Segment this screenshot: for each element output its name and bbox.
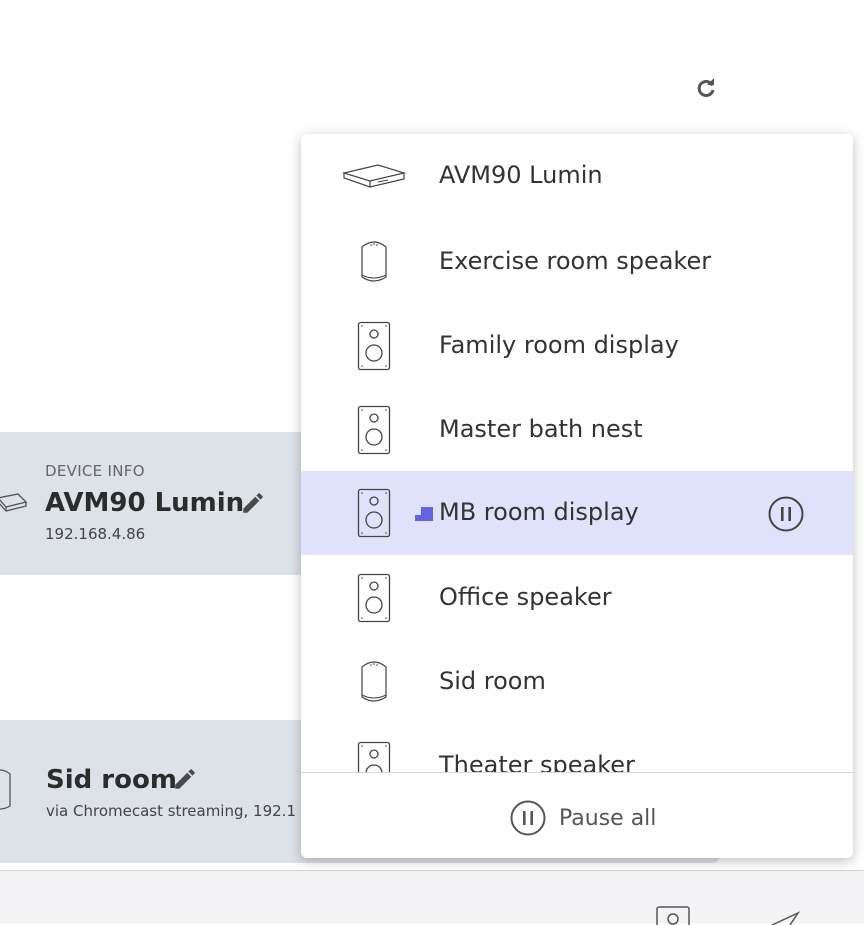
device-item-label: Theater speaker <box>439 751 635 772</box>
device-list: AVM90 Lumin Exercise room speaker Family… <box>301 134 853 772</box>
device-item-family-room-display[interactable]: Family room display <box>301 304 853 388</box>
streamer-icon <box>0 493 28 512</box>
speaker-icon <box>357 321 391 371</box>
device-item-label: MB room display <box>439 498 639 526</box>
device-item-label: Family room display <box>439 331 679 359</box>
device-item-mb-room-display[interactable]: MB room display <box>301 471 853 555</box>
pause-icon[interactable] <box>767 495 805 533</box>
device-ip: 192.168.4.86 <box>45 525 146 543</box>
sid-room-name: Sid room <box>46 765 177 795</box>
device-info-label: DEVICE INFO <box>45 462 145 480</box>
refresh-icon[interactable] <box>694 76 718 100</box>
pause-icon <box>510 800 546 836</box>
playing-indicator-icon <box>415 507 433 521</box>
smart-speaker-icon <box>0 769 11 810</box>
streamer-icon <box>342 164 406 188</box>
device-name: AVM90 Lumin <box>45 488 245 518</box>
device-item-label: Office speaker <box>439 583 612 611</box>
device-item-exercise-room-speaker[interactable]: Exercise room speaker <box>301 220 853 304</box>
edit-pencil-icon[interactable] <box>240 490 266 516</box>
speaker-icon <box>357 488 391 538</box>
device-item-avm90-lumin[interactable]: AVM90 Lumin <box>301 134 853 218</box>
pause-all-button[interactable]: Pause all <box>509 799 656 837</box>
device-item-theater-speaker[interactable]: Theater speaker <box>301 724 853 772</box>
device-item-label: Master bath nest <box>439 415 643 443</box>
device-item-label: Sid room <box>439 667 546 695</box>
device-item-office-speaker[interactable]: Office speaker <box>301 556 853 640</box>
sid-room-subtitle: via Chromecast streaming, 192.1 <box>46 802 296 820</box>
bottom-toolbar <box>0 870 864 925</box>
smart-speaker-icon <box>361 661 387 702</box>
device-item-sid-room[interactable]: Sid room <box>301 640 853 724</box>
pause-all-label: Pause all <box>559 805 657 831</box>
device-item-master-bath-nest[interactable]: Master bath nest <box>301 388 853 472</box>
dropdown-footer: Pause all <box>301 772 853 858</box>
speaker-icon <box>357 573 391 623</box>
device-item-label: Exercise room speaker <box>439 247 712 275</box>
send-icon[interactable] <box>770 911 800 925</box>
edit-pencil-icon[interactable] <box>172 766 198 792</box>
cast-device-dropdown: AVM90 Lumin Exercise room speaker Family… <box>301 134 853 858</box>
speaker-icon[interactable] <box>655 905 691 925</box>
speaker-icon <box>357 405 391 455</box>
speaker-icon <box>357 741 391 772</box>
device-item-label: AVM90 Lumin <box>439 161 603 189</box>
smart-speaker-icon <box>361 241 387 282</box>
